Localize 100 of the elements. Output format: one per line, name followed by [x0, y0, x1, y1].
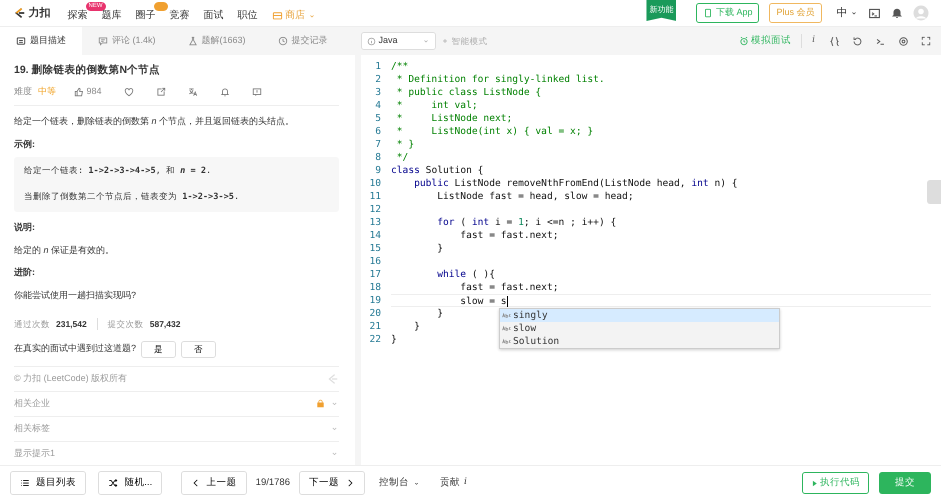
next-button[interactable]: 下一题 — [299, 471, 365, 495]
difficulty-label: 难度 — [14, 84, 32, 98]
new-feature-ribbon[interactable]: 新功能 — [646, 0, 676, 21]
code-line: public ListNode removeNthFromEnd(ListNode head, int n) { — [413, 177, 738, 190]
problem-list-button[interactable]: 题目列表 — [10, 471, 86, 495]
line-number: 16 — [368, 255, 382, 268]
nav-link[interactable]: 竞赛 — [162, 8, 196, 23]
line-number: 1 — [374, 60, 382, 73]
nav-link[interactable]: 面试 — [196, 8, 230, 23]
nav-link[interactable]: 探索 — [60, 8, 94, 23]
code-line: * public class ListNode { — [396, 86, 542, 99]
like-button[interactable]: 984 — [74, 84, 102, 98]
settings-icon[interactable] — [898, 36, 909, 46]
text-cursor — [506, 296, 508, 307]
plus-icon — [441, 37, 449, 45]
contribute-info-icon[interactable]: i — [464, 476, 467, 490]
code-line: * } — [396, 138, 414, 151]
line-number: 7 — [374, 138, 382, 151]
problem-position: 19/1786 — [256, 476, 290, 490]
difficulty-level: 中等 — [38, 84, 56, 98]
heart-icon[interactable] — [124, 86, 134, 96]
line-number: 5 — [374, 112, 382, 125]
shuffle-icon — [108, 478, 118, 488]
line-number: 14 — [368, 229, 382, 242]
text-icon — [502, 324, 511, 333]
bell-icon[interactable] — [891, 7, 903, 19]
language-select[interactable]: Java — [361, 32, 436, 50]
text-icon — [502, 311, 511, 320]
code-line: * ListNode(int x) { val = x; } — [396, 125, 594, 138]
info-button[interactable]: i — [812, 34, 815, 48]
console-icon[interactable] — [868, 6, 881, 20]
tab[interactable]: 题目描述 — [0, 27, 82, 55]
suggestion-item[interactable]: singly — [500, 309, 779, 322]
contribute-link[interactable]: 贡献 — [440, 476, 460, 490]
braces-icon[interactable] — [829, 36, 840, 46]
note-heading: 说明: — [14, 221, 36, 234]
suggestion-item[interactable]: slow — [500, 322, 779, 335]
example-line: 当删除了倒数第二个节点后，链表变为 1->2->3->5. — [24, 191, 240, 204]
line-number: 20 — [368, 307, 382, 320]
code-line: while ( ){ — [436, 268, 495, 281]
info-icon — [367, 36, 376, 46]
suggestion-item[interactable]: Solution — [500, 335, 779, 348]
language-menu[interactable]: 中 — [836, 4, 858, 22]
play-icon — [810, 480, 818, 486]
line-number: 4 — [374, 99, 382, 112]
list-icon — [20, 478, 30, 488]
alarm-clock-icon — [738, 36, 749, 46]
code-line: ListNode fast = head, slow = head; — [436, 190, 634, 203]
code-line: */ — [396, 151, 408, 164]
answer-button[interactable]: 否 — [181, 340, 216, 358]
answer-button[interactable]: 是 — [141, 340, 176, 358]
line-number: 13 — [368, 216, 382, 229]
thumbs-up-icon — [74, 86, 84, 96]
random-button[interactable]: 随机... — [98, 471, 162, 495]
code-line: } — [436, 242, 443, 255]
document-icon — [16, 36, 26, 46]
line-number: 22 — [368, 333, 382, 346]
copyright-text: © 力扣 (LeetCode) 版权所有 — [14, 372, 128, 385]
code-line: class Solution { — [391, 164, 484, 177]
reset-icon[interactable] — [852, 36, 863, 46]
share-icon[interactable] — [156, 86, 166, 96]
line-number: 10 — [368, 177, 382, 190]
translate-icon[interactable] — [188, 86, 198, 96]
line-number: 8 — [374, 151, 382, 164]
nav-link[interactable]: 职位 — [230, 8, 264, 23]
code-line: } — [413, 320, 420, 333]
advanced-text: 你能尝试使用一趟扫描实现吗? — [14, 288, 138, 302]
clock-icon — [278, 36, 288, 46]
code-line: * int val; — [396, 99, 478, 112]
line-number: 6 — [374, 125, 382, 138]
nav-link[interactable]: 圈子 — [128, 8, 162, 23]
line-number: 18 — [368, 281, 382, 294]
code-line: slow = s — [459, 295, 508, 308]
line-number: 19 — [368, 294, 382, 307]
logo-text[interactable]: 力扣 — [28, 4, 50, 22]
code-line: } — [391, 333, 397, 346]
console-toggle[interactable]: 控制台 — [365, 476, 420, 490]
example-line: 给定一个链表: 1->2->3->4->5, 和 n = 2. — [24, 165, 212, 178]
stat-value: 231,542 — [56, 318, 87, 331]
line-number: 15 — [368, 242, 382, 255]
code-line: fast = fast.next; — [459, 281, 559, 294]
note-text: 给定的 n 保证是有效的。 — [14, 244, 116, 257]
stat-label: 提交次数 — [108, 318, 144, 331]
feedback-icon[interactable] — [252, 86, 262, 96]
code-line: * ListNode next; — [396, 112, 512, 125]
code-line: /** — [391, 60, 408, 73]
code-line: fast = fast.next; — [459, 229, 559, 242]
previous-button[interactable]: 上一题 — [180, 471, 247, 495]
code-line: for ( int i = 1; i <=n ; i++) { — [436, 216, 616, 229]
problem-title: 19. 删除链表的倒数第N个节点 — [14, 63, 162, 78]
line-number: 2 — [374, 73, 382, 86]
line-number: 9 — [374, 164, 382, 177]
description: 给定一个链表，删除链表的倒数第 n 个节点，并且返回链表的头结点。 — [14, 115, 296, 128]
bell-icon[interactable] — [220, 86, 230, 96]
nav-link[interactable]: 题库 — [94, 8, 128, 23]
text-icon — [502, 337, 511, 346]
line-number: 17 — [368, 268, 382, 281]
fullscreen-icon[interactable] — [921, 36, 931, 46]
stat-label: 通过次数 — [14, 318, 50, 331]
example-heading: 示例: — [14, 138, 36, 151]
